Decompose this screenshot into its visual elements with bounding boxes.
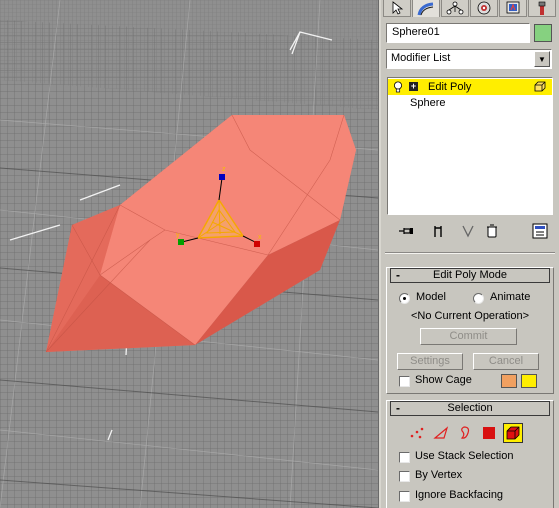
motion-tab[interactable] (470, 0, 498, 17)
element-icon (506, 426, 520, 440)
subobject-level-toolbar (407, 423, 537, 443)
use-stack-selection-checkbox[interactable] (399, 452, 410, 463)
stack-item-label: Edit Poly (428, 81, 472, 93)
gizmo-x-handle[interactable] (254, 241, 260, 247)
perspective-viewport[interactable]: z y x (0, 0, 378, 508)
gizmo-z-handle[interactable] (219, 174, 225, 180)
animate-label: Animate (490, 291, 531, 303)
gizmo-y-label: y (176, 232, 180, 239)
show-end-result-icon (434, 226, 442, 237)
modifier-list-label: Modifier List (391, 52, 451, 64)
cancel-button[interactable]: Cancel (473, 353, 539, 370)
modifier-box-icon (534, 81, 546, 92)
rollout-title: Selection (447, 402, 493, 414)
edit-poly-mode-header[interactable]: - Edit Poly Mode (390, 268, 550, 283)
gizmo-z-label: z (222, 166, 226, 173)
rollout-title: Edit Poly Mode (433, 269, 507, 281)
command-panel-tabs (381, 0, 559, 18)
display-tab[interactable] (499, 0, 527, 17)
lightbulb-icon[interactable] (393, 81, 403, 93)
expand-plus-icon[interactable]: + (409, 82, 418, 91)
motion-tab-icon (477, 1, 491, 15)
stack-item-edit-poly[interactable]: + Edit Poly (388, 79, 552, 95)
by-vertex-checkbox[interactable] (399, 471, 410, 482)
create-tab[interactable] (383, 0, 411, 17)
border-icon (460, 426, 470, 439)
object-name-field[interactable]: Sphere01 (386, 23, 530, 43)
polygon-level-button[interactable] (479, 423, 499, 443)
gizmo-y-handle[interactable] (178, 239, 184, 245)
selection-header[interactable]: - Selection (390, 401, 550, 416)
stack-toolbar (387, 221, 553, 241)
object-name-value: Sphere01 (392, 26, 440, 38)
stack-item-sphere[interactable]: Sphere (388, 95, 552, 111)
modify-tab[interactable] (412, 0, 440, 17)
modifier-list-dropdown[interactable]: Modifier List ▼ (386, 49, 552, 69)
edge-icon (433, 426, 449, 439)
polygon-icon (483, 427, 495, 439)
configure-modifier-sets-icon (532, 223, 548, 239)
model-radio[interactable] (399, 293, 410, 304)
border-level-button[interactable] (455, 423, 475, 443)
cage-color-swatch[interactable] (501, 374, 517, 388)
vertex-icon (410, 427, 424, 439)
hierarchy-tab-icon (446, 1, 464, 15)
gizmo-x-label: x (258, 234, 262, 241)
edge-level-button[interactable] (431, 423, 451, 443)
commit-button[interactable]: Commit (420, 328, 517, 345)
ignore-backfacing-label: Ignore Backfacing (415, 489, 504, 501)
stack-item-label: Sphere (410, 97, 446, 109)
modify-tab-icon (417, 2, 434, 15)
modifier-stack[interactable]: + Edit Poly Sphere (387, 77, 553, 215)
show-end-result-button[interactable] (427, 221, 449, 241)
pin-stack-button[interactable] (395, 221, 417, 241)
settings-button[interactable]: Settings (397, 353, 463, 370)
object-color-swatch[interactable] (534, 24, 552, 42)
utilities-tab[interactable] (528, 0, 556, 17)
selected-cage-color-swatch[interactable] (521, 374, 537, 388)
model-label: Model (416, 291, 446, 303)
command-panel: Sphere01 Modifier List ▼ + Edit Poly Sph… (381, 0, 559, 508)
configure-modifier-sets-button[interactable] (529, 221, 551, 241)
display-tab-icon (506, 1, 520, 14)
hierarchy-tab[interactable] (441, 0, 469, 17)
remove-modifier-button[interactable] (481, 221, 503, 241)
use-stack-selection-label: Use Stack Selection (415, 450, 514, 462)
chevron-down-icon[interactable]: ▼ (534, 51, 550, 67)
animate-radio[interactable] (473, 293, 484, 304)
make-unique-icon (462, 225, 474, 238)
by-vertex-label: By Vertex (415, 469, 463, 481)
vertex-level-button[interactable] (407, 423, 427, 443)
current-operation-label: <No Current Operation> (410, 310, 529, 322)
make-unique-button[interactable] (457, 221, 479, 241)
edit-poly-mode-rollout: - Edit Poly Mode Model Animate <No Curre… (386, 267, 554, 394)
viewport-canvas[interactable]: z y x (0, 0, 378, 508)
create-tab-icon (392, 1, 404, 15)
selection-rollout: - Selection Use Stack Selection By Verte… (386, 400, 554, 508)
element-level-button[interactable] (503, 423, 523, 443)
ignore-backfacing-checkbox[interactable] (399, 491, 410, 502)
show-cage-label: Show Cage (415, 374, 472, 386)
remove-modifier-icon (487, 224, 497, 238)
utilities-tab-icon (538, 1, 546, 15)
pin-stack-icon (399, 228, 413, 234)
panel-separator (385, 252, 555, 254)
show-cage-checkbox[interactable] (399, 376, 410, 387)
